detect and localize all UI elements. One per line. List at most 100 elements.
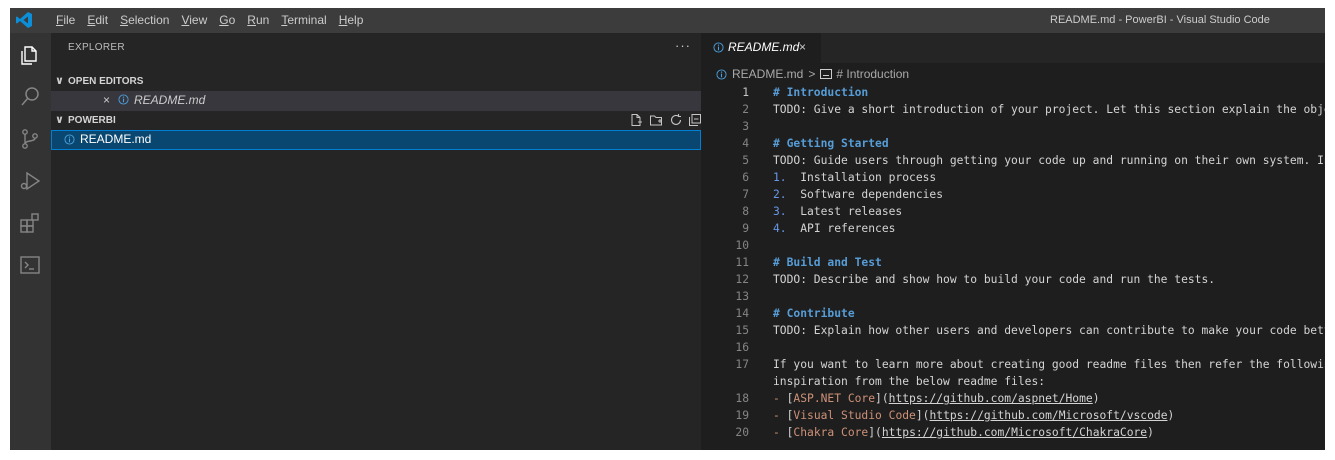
menu-item[interactable]: Edit xyxy=(81,8,114,33)
code-token: ]( xyxy=(868,426,882,439)
code-token: API references xyxy=(786,222,896,235)
line-text: inspiration from the below readme files: xyxy=(773,373,1045,390)
title-bar: File Edit Selection View Go Run Terminal Help R… xyxy=(10,8,1325,33)
menu-item[interactable]: Terminal xyxy=(275,8,332,33)
line-number: 2 xyxy=(742,103,749,116)
code-line: 17 If you want to learn more about creati… xyxy=(701,356,1325,373)
line-number: 14 xyxy=(735,307,749,320)
line-text: 4. API references xyxy=(773,220,895,237)
info-icon xyxy=(716,68,727,80)
code-token: - xyxy=(773,392,787,405)
menu-label: un xyxy=(255,13,270,27)
more-actions-button[interactable]: ··· xyxy=(675,38,691,53)
search-icon[interactable] xyxy=(18,85,42,109)
line-number: 8 xyxy=(742,205,749,218)
vscode-logo-icon xyxy=(16,12,32,28)
line-text: 1. Installation process xyxy=(773,169,936,186)
string-symbol-icon xyxy=(820,69,833,79)
line-number: 6 xyxy=(742,171,749,184)
menu-label: o xyxy=(228,13,236,27)
breadcrumb-file[interactable]: README.md xyxy=(732,67,803,81)
line-text: TODO: Give a short introduction of your … xyxy=(773,101,1325,118)
menu-item[interactable]: Help xyxy=(333,8,370,33)
new-folder-icon[interactable] xyxy=(649,113,663,127)
link-url[interactable]: https://github.com/Microsoft/ChakraCore xyxy=(882,426,1147,439)
tab-close-button[interactable]: × xyxy=(799,40,806,54)
window-title: README.md - PowerBI - Visual Studio Code xyxy=(1050,14,1270,26)
menu-accelerator: S xyxy=(120,13,129,27)
code-line: 16 xyxy=(701,339,1325,356)
line-text: 2. Software dependencies xyxy=(773,186,943,203)
line-text: TODO: Explain how other users and develo… xyxy=(773,322,1325,339)
breadcrumb-symbol[interactable]: # Introduction xyxy=(836,67,909,81)
link-url[interactable]: https://github.com/Microsoft/vscode xyxy=(929,409,1167,422)
line-text: TODO: Guide users through getting your c… xyxy=(773,152,1325,169)
code-token: - xyxy=(773,409,787,422)
file-item-readme[interactable]: README.md xyxy=(51,130,701,150)
code-token: Visual Studio Code xyxy=(793,409,916,422)
open-editor-item[interactable]: × README.md xyxy=(51,91,701,111)
terminal-icon[interactable] xyxy=(18,253,42,277)
explorer-icon[interactable] xyxy=(18,43,42,67)
sidebar-header: EXPLORER ··· xyxy=(51,33,701,63)
chevron-down-icon: ∨ xyxy=(55,114,64,126)
link-url[interactable]: https://github.com/aspnet/Home xyxy=(889,392,1093,405)
powerbi-folder-header[interactable]: ∨ POWERBI xyxy=(51,112,701,130)
line-text: # Getting Started xyxy=(773,135,889,152)
code-token: Installation process xyxy=(786,171,937,184)
menu-item[interactable]: Run xyxy=(241,8,275,33)
heading-text: # Build and Test xyxy=(773,256,882,269)
code-token: TODO: Explain how other users and develo… xyxy=(773,324,1325,337)
source-control-icon[interactable] xyxy=(18,127,42,151)
new-file-icon[interactable] xyxy=(629,113,643,127)
run-debug-icon[interactable] xyxy=(18,169,42,193)
heading-text: # Getting Started xyxy=(773,137,889,150)
collapse-all-icon[interactable] xyxy=(688,113,702,127)
code-token: Chakra Core xyxy=(793,426,869,439)
open-editors-section-header[interactable]: ∨ OPEN EDITORS xyxy=(51,73,701,91)
line-number: 1 xyxy=(742,86,749,99)
code-line: 5 TODO: Guide users through getting your … xyxy=(701,152,1325,169)
line-text: If you want to learn more about creating… xyxy=(773,356,1325,373)
code-token: 1. xyxy=(773,171,787,184)
line-text: # Contribute xyxy=(773,305,855,322)
line-number: 15 xyxy=(735,324,749,337)
menu-item[interactable]: View xyxy=(175,8,213,33)
menu-label: election xyxy=(128,13,170,27)
menu-accelerator: G xyxy=(219,13,229,27)
menu-item[interactable]: Go xyxy=(213,8,241,33)
code-line: 6 1. Installation process xyxy=(701,169,1325,186)
code-token: Latest releases xyxy=(786,205,903,218)
file-name: README.md xyxy=(80,132,152,146)
line-number: 20 xyxy=(735,426,749,439)
code-token: inspiration from the below readme files: xyxy=(773,375,1046,388)
heading-text: # Contribute xyxy=(773,307,855,320)
line-text: - [Chakra Core](https://github.com/Micro… xyxy=(773,424,1154,441)
code-token: - xyxy=(773,426,787,439)
menu-item[interactable]: File xyxy=(50,8,81,33)
extensions-icon[interactable] xyxy=(18,211,42,235)
heading-text: # Introduction xyxy=(773,86,869,99)
code-token: TODO: Guide users through getting your c… xyxy=(773,154,1325,167)
line-number: 16 xyxy=(735,341,749,354)
menu-bar: File Edit Selection View Go Run Terminal Help xyxy=(50,8,369,33)
code-line: 13 xyxy=(701,288,1325,305)
line-text: - [ASP.NET Core](https://github.com/aspn… xyxy=(773,390,1100,407)
close-icon[interactable]: × xyxy=(103,93,110,107)
line-number: 3 xyxy=(742,120,749,133)
breadcrumb-separator: > xyxy=(808,67,816,81)
refresh-icon[interactable] xyxy=(669,113,683,127)
code-line: 18 - [ASP.NET Core](https://github.com/as… xyxy=(701,390,1325,407)
menu-label: ile xyxy=(63,13,76,27)
code-editor[interactable]: 1 # Introduction 2 TODO: Give a short intro… xyxy=(701,84,1325,441)
tab-label: README.md xyxy=(728,40,800,54)
menu-item[interactable]: Selection xyxy=(114,8,175,33)
code-line: 9 4. API references xyxy=(701,220,1325,237)
code-token: 2. xyxy=(773,188,787,201)
menu-label: iew xyxy=(189,13,208,27)
tab-readme[interactable]: README.md × xyxy=(701,33,821,63)
code-line: inspiration from the below readme files: xyxy=(701,373,1325,390)
vscode-window: File Edit Selection View Go Run Terminal Help R… xyxy=(10,8,1325,450)
line-number: 9 xyxy=(742,222,749,235)
code-line: 1 # Introduction xyxy=(701,84,1325,101)
